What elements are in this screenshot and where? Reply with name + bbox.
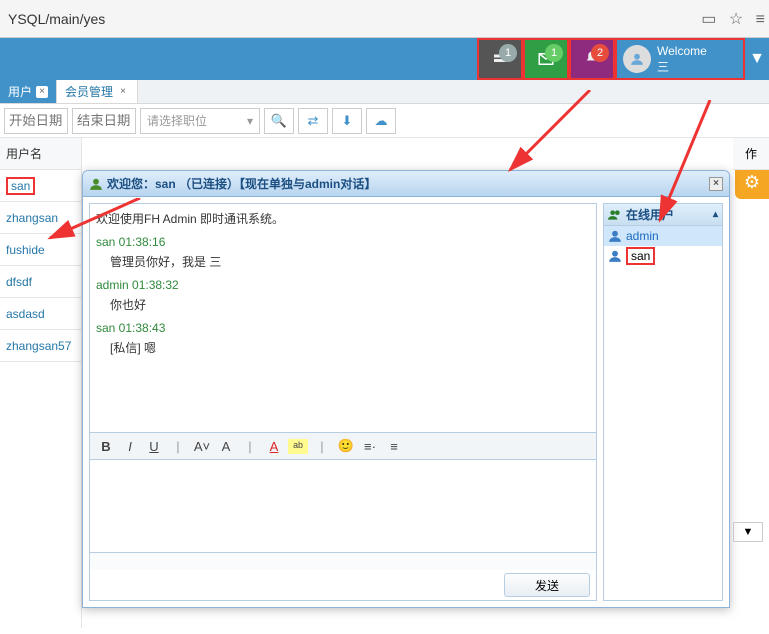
search-button[interactable]: 🔍 (264, 108, 294, 134)
inbox-badge: 1 (499, 44, 517, 62)
table-row[interactable]: zhangsan (0, 202, 81, 234)
chevron-down-icon: ▾ (247, 114, 253, 128)
mail-badge: 1 (545, 44, 563, 62)
fontsize-button[interactable]: A (216, 439, 236, 454)
user-cell: dfsdf (6, 275, 32, 289)
collapse-icon[interactable]: ▴ (713, 209, 718, 220)
msg-text: 你也好 (110, 296, 590, 313)
tab-bar: 用户 × 会员管理 × (0, 80, 769, 104)
chat-dialog: 欢迎您：san （已连接）【现在单独与admin对话】 × 欢迎使用FH Adm… (82, 170, 730, 608)
user-cell: zhangsan (6, 211, 58, 225)
welcome-text: Welcome 三 (657, 44, 707, 75)
msg-meta: san 01:38:43 (96, 321, 590, 335)
table-row[interactable]: fushide (0, 234, 81, 266)
dialog-body: 欢迎使用FH Admin 即时通讯系统。 san 01:38:16 管理员你好，… (83, 197, 729, 607)
nav-bell-button[interactable]: 2 (569, 38, 615, 80)
bold-button[interactable]: B (96, 439, 116, 454)
user-icon (608, 229, 622, 243)
font-button[interactable]: A˅ (192, 439, 212, 454)
user-icon (89, 177, 103, 191)
user-cell: asdasd (6, 307, 45, 321)
op-header: 作 (733, 138, 769, 170)
user-cell: san (6, 177, 35, 195)
users-icon (608, 208, 622, 222)
swap-button[interactable]: ⇄ (298, 108, 328, 134)
table-row[interactable]: zhangsan57 (0, 330, 81, 362)
message-input[interactable] (90, 460, 596, 552)
download-button[interactable]: ⬇ (332, 108, 362, 134)
table-row[interactable]: asdasd (0, 298, 81, 330)
top-nav: 1 1 2 Welcome 三 ▼ (0, 38, 769, 80)
filter-bar: 请选择职位 ▾ 🔍 ⇄ ⬇ ☁ (0, 104, 769, 138)
select-placeholder: 请选择职位 (147, 112, 207, 129)
editor-toolbar: B I U | A˅ A | A ᵃᵇ | 🙂 ≡· ≡ (90, 432, 596, 460)
online-user[interactable]: san (604, 246, 722, 266)
cloud-button[interactable]: ☁ (366, 108, 396, 134)
bell-badge: 2 (591, 44, 609, 62)
position-select[interactable]: 请选择职位 ▾ (140, 108, 260, 134)
nav-caret[interactable]: ▼ (745, 38, 769, 80)
fontcolor-button[interactable]: A (264, 439, 284, 454)
close-icon[interactable]: × (117, 86, 129, 98)
nav-welcome[interactable]: Welcome 三 (615, 38, 745, 80)
user-cell: fushide (6, 243, 45, 257)
online-user-name: san (626, 247, 655, 265)
nav-mail-button[interactable]: 1 (523, 38, 569, 80)
send-button[interactable]: 发送 (504, 573, 590, 597)
online-user[interactable]: admin (604, 226, 722, 246)
italic-button[interactable]: I (120, 439, 140, 454)
address-bar: YSQL/main/yes ▭ ☆ ≡ (0, 0, 769, 38)
editor-footer (90, 552, 596, 570)
tab-label: 会员管理 (65, 83, 113, 100)
tab-users[interactable]: 用户 × (0, 80, 57, 103)
start-date-input[interactable] (4, 108, 68, 134)
highlight-button[interactable]: ᵃᵇ (288, 439, 308, 454)
star-icon[interactable]: ☆ (729, 11, 743, 28)
ol-button[interactable]: ≡· (360, 439, 380, 454)
ul-button[interactable]: ≡ (384, 439, 404, 454)
nav-inbox-button[interactable]: 1 (477, 38, 523, 80)
dialog-title-bar[interactable]: 欢迎您：san （已连接）【现在单独与admin对话】 × (83, 171, 729, 197)
addr-icons: ▭ ☆ ≡ (697, 9, 769, 29)
system-message: 欢迎使用FH Admin 即时通讯系统。 (96, 210, 590, 227)
underline-button[interactable]: U (144, 439, 164, 454)
end-date-input[interactable] (72, 108, 136, 134)
online-user-name: admin (626, 229, 659, 243)
online-users-pane: 在线用户 ▴ admin san (603, 203, 723, 601)
user-column: 用户名 san zhangsan fushide dfsdf asdasd zh… (0, 138, 82, 628)
message-list: 欢迎使用FH Admin 即时通讯系统。 san 01:38:16 管理员你好，… (90, 204, 596, 432)
table-row[interactable]: san (0, 170, 81, 202)
avatar (623, 45, 651, 73)
chat-pane: 欢迎使用FH Admin 即时通讯系统。 san 01:38:16 管理员你好，… (89, 203, 597, 601)
user-icon (608, 249, 622, 263)
url-text: YSQL/main/yes (0, 11, 697, 27)
pager-dropdown[interactable]: ▼ (733, 522, 763, 542)
user-cell: zhangsan57 (6, 339, 71, 353)
msg-text: [私信] 嗯 (110, 339, 590, 356)
close-icon[interactable]: × (36, 86, 48, 98)
table-row[interactable]: dfsdf (0, 266, 81, 298)
send-row: 发送 (90, 570, 596, 600)
msg-meta: san 01:38:16 (96, 235, 590, 249)
tab-members[interactable]: 会员管理 × (57, 80, 138, 103)
user-col-header: 用户名 (0, 138, 81, 170)
dialog-title-text: 欢迎您：san （已连接）【现在单独与admin对话】 (107, 175, 376, 192)
dialog-close-button[interactable]: × (709, 177, 723, 191)
online-header[interactable]: 在线用户 ▴ (604, 204, 722, 226)
emoji-button[interactable]: 🙂 (336, 438, 356, 454)
tab-label: 用户 (8, 83, 32, 100)
online-header-text: 在线用户 (626, 206, 674, 223)
menu-icon[interactable]: ≡ (756, 11, 765, 28)
translate-icon[interactable]: ▭ (701, 11, 716, 28)
msg-text: 管理员你好，我是 三 (110, 253, 590, 270)
msg-meta: admin 01:38:32 (96, 278, 590, 292)
